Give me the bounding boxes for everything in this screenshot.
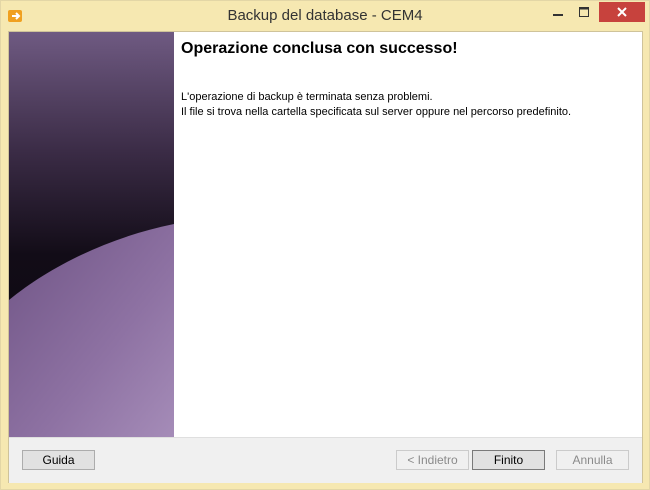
- wizard-client-area: Operazione conclusa con successo! L'oper…: [8, 31, 643, 483]
- finish-button[interactable]: Finito: [472, 450, 545, 470]
- back-button[interactable]: < Indietro: [396, 450, 469, 470]
- minimize-button[interactable]: [545, 2, 571, 22]
- close-button[interactable]: [599, 2, 645, 22]
- close-icon: [617, 7, 627, 17]
- wizard-window: Backup del database - CEM4 Operazione co…: [0, 0, 650, 490]
- page-title: Operazione conclusa con successo!: [181, 40, 458, 57]
- result-message: L'operazione di backup è terminata senza…: [181, 90, 571, 120]
- cancel-button[interactable]: Annulla: [556, 450, 629, 470]
- decorative-curve-image: [9, 32, 174, 437]
- message-line-1: L'operazione di backup è terminata senza…: [181, 91, 433, 103]
- maximize-button[interactable]: [571, 2, 597, 22]
- wizard-content-panel: Operazione conclusa con successo! L'oper…: [174, 32, 642, 437]
- wizard-side-image: [9, 32, 174, 437]
- message-line-2: Il file si trova nella cartella specific…: [181, 106, 572, 118]
- help-button[interactable]: Guida: [22, 450, 95, 470]
- title-bar[interactable]: Backup del database - CEM4: [1, 1, 649, 31]
- minimize-icon: [553, 14, 563, 16]
- wizard-button-bar: Guida < Indietro Finito Annulla: [9, 437, 642, 483]
- maximize-icon: [579, 7, 589, 17]
